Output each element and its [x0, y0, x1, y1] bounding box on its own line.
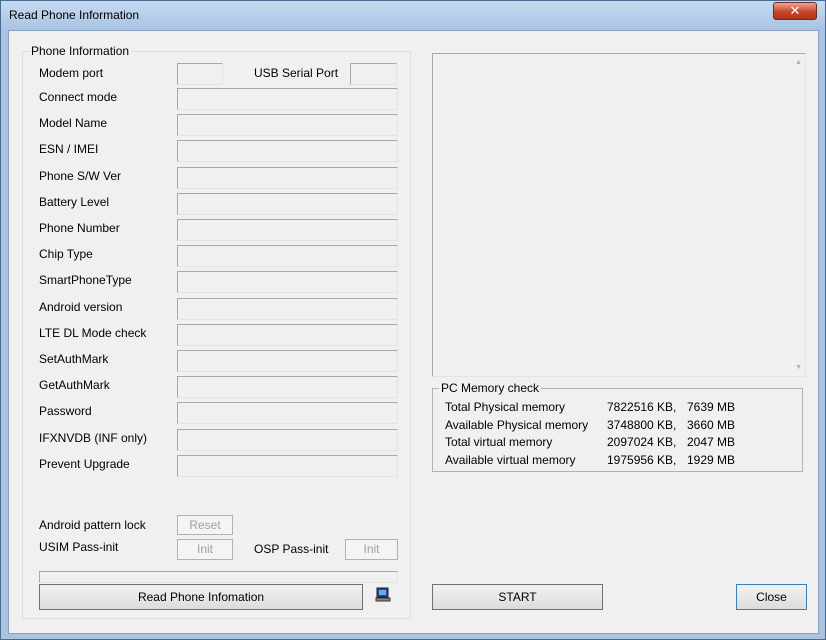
pc-memory-group: PC Memory check Total Physical memory 782… [432, 381, 803, 472]
memory-kb-value: 1975956 KB, [607, 452, 677, 467]
usb-serial-port-label: USB Serial Port [254, 66, 339, 80]
info-row-label: Phone S/W Ver [39, 169, 122, 183]
start-button[interactable]: START [432, 584, 603, 610]
info-row-field[interactable] [177, 167, 398, 189]
phone-info-legend: Phone Information [29, 44, 132, 58]
usb-serial-port-field[interactable] [350, 63, 397, 85]
memory-label: Total virtual memory [445, 435, 553, 449]
log-listbox[interactable]: ▲ ▼ [432, 53, 806, 377]
memory-mb-value: 3660 MB [687, 417, 736, 432]
info-row-field[interactable] [177, 402, 398, 424]
scroll-up-arrow-icon[interactable]: ▲ [795, 59, 802, 66]
modem-port-label: Modem port [39, 66, 104, 80]
info-row-label: ESN / IMEI [39, 142, 99, 156]
info-row-label: Chip Type [39, 247, 93, 261]
info-row-label: Prevent Upgrade [39, 457, 130, 471]
memory-kb-value: 7822516 KB, [607, 400, 677, 414]
osp-pass-init-label: OSP Pass-init [254, 542, 329, 556]
info-row-field[interactable] [177, 271, 398, 293]
memory-kb-value: 2097024 KB, [607, 435, 677, 449]
info-row-label: IFXNVDB (INF only) [39, 431, 148, 445]
info-row-field[interactable] [177, 298, 398, 320]
info-row-label: SmartPhoneType [39, 273, 132, 287]
info-row-label: Connect mode [39, 90, 118, 104]
android-pattern-lock-label: Android pattern lock [39, 518, 146, 532]
info-row-label: Model Name [39, 116, 108, 130]
info-row-field[interactable] [177, 88, 398, 110]
title-bar: Read Phone Information ✕ [1, 1, 825, 29]
scroll-down-arrow-icon[interactable]: ▼ [795, 364, 802, 371]
window-title: Read Phone Information [9, 8, 140, 22]
info-row-label: Password [39, 404, 92, 418]
info-row-field[interactable] [177, 376, 398, 398]
memory-mb-value: 2047 MB [687, 435, 736, 449]
memory-label: Available virtual memory [445, 452, 576, 467]
modem-port-field[interactable] [177, 63, 223, 85]
info-row-field[interactable] [177, 429, 398, 451]
read-phone-info-window: Read Phone Information ✕ Phone Informati… [0, 0, 826, 640]
info-row-label: Android version [39, 300, 123, 314]
memory-kb-value: 3748800 KB, [607, 417, 677, 432]
pc-memory-legend: PC Memory check [439, 381, 542, 395]
progress-bar [39, 571, 398, 583]
reset-button[interactable]: Reset [177, 515, 233, 535]
osp-init-button[interactable]: Init [345, 539, 398, 560]
memory-row: Total Physical memory 7822516 KB, 7639 MB [445, 400, 785, 417]
info-row-label: LTE DL Mode check [39, 326, 147, 340]
info-row-label: SetAuthMark [39, 352, 109, 366]
info-row-field[interactable] [177, 350, 398, 372]
memory-label: Available Physical memory [445, 417, 589, 432]
info-row-label: Battery Level [39, 195, 110, 209]
info-row-field[interactable] [177, 455, 398, 477]
info-row-label: Phone Number [39, 221, 120, 235]
usim-init-button[interactable]: Init [177, 539, 233, 560]
memory-row: Available virtual memory 1975956 KB, 1929 … [445, 453, 785, 470]
memory-label: Total Physical memory [445, 400, 566, 414]
info-row-field[interactable] [177, 114, 398, 136]
memory-mb-value: 7639 MB [687, 400, 736, 414]
dialog-client-area: Phone Information Modem port USB Serial … [8, 30, 819, 634]
info-row-field[interactable] [177, 140, 398, 162]
memory-row: Available Physical memory 3748800 KB, 3660… [445, 418, 785, 435]
window-close-icon[interactable]: ✕ [773, 2, 817, 20]
computer-phone-icon[interactable] [375, 587, 391, 603]
info-row-field[interactable] [177, 193, 398, 215]
usim-pass-init-label: USIM Pass-init [39, 540, 119, 554]
memory-row: Total virtual memory 2097024 KB, 2047 MB [445, 435, 785, 452]
info-row-field[interactable] [177, 245, 398, 267]
info-row-field[interactable] [177, 219, 398, 241]
memory-mb-value: 1929 MB [687, 452, 736, 467]
info-row-label: GetAuthMark [39, 378, 110, 392]
read-phone-info-button[interactable]: Read Phone Infomation [39, 584, 363, 610]
close-button[interactable]: Close [736, 584, 807, 610]
info-row-field[interactable] [177, 324, 398, 346]
